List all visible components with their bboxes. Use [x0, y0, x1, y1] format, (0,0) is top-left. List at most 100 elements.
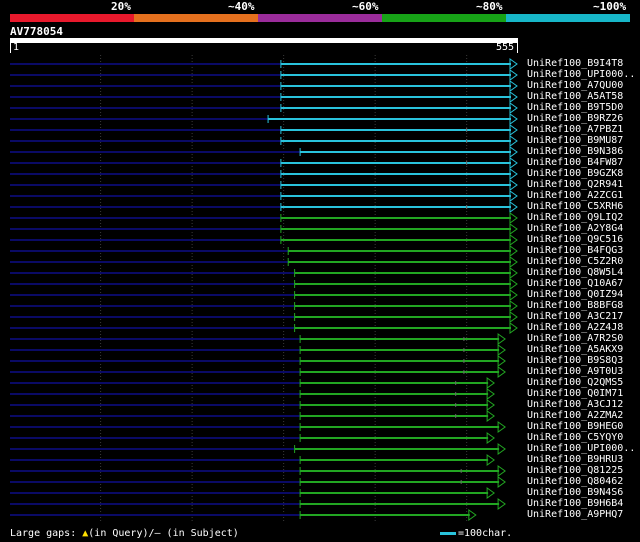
hit-arrow-icon — [509, 289, 518, 301]
hit-label[interactable]: UniRef100_C5Z2R0 — [527, 256, 623, 267]
hit-arrow-icon — [486, 487, 495, 499]
hit-label[interactable]: UniRef100_A3CJ12 — [527, 399, 623, 410]
hit-label[interactable]: UniRef100_Q9LIQ2 — [527, 212, 623, 223]
gap-legend: Large gaps: ▲(in Query)/– (in Subject) — [10, 528, 239, 539]
hit-arrow-icon — [509, 91, 518, 103]
hit-arrow-icon — [509, 179, 518, 191]
hit-arrow-icon — [509, 157, 518, 169]
hit-arrow-icon — [509, 234, 518, 246]
hit-label[interactable]: UniRef100_A2Z4J8 — [527, 322, 623, 333]
hit-label[interactable]: UniRef100_A2Y8G4 — [527, 223, 623, 234]
hit-arrow-icon — [509, 190, 518, 202]
hit-label[interactable]: UniRef100_B9N4S6 — [527, 487, 623, 498]
hit-label[interactable]: UniRef100_A5AT58 — [527, 91, 623, 102]
hit-arrow-icon — [509, 245, 518, 257]
scale-legend: =100char. — [440, 528, 512, 539]
hit-arrow-icon — [509, 113, 518, 125]
hit-arrow-icon — [497, 344, 506, 356]
hit-label[interactable]: UniRef100_Q2QMS5 — [527, 377, 623, 388]
hit-arrow-icon — [509, 223, 518, 235]
legend-segment-2 — [134, 14, 258, 22]
hit-label[interactable]: UniRef100_C5YQY0 — [527, 432, 623, 443]
hit-label[interactable]: UniRef100_Q9C516 — [527, 234, 623, 245]
hit-arrow-icon — [509, 124, 518, 136]
hit-label[interactable]: UniRef100_Q0IZ94 — [527, 289, 623, 300]
hit-arrow-icon — [497, 333, 506, 345]
hit-arrow-icon — [497, 443, 506, 455]
scale-legend-label: =100char. — [458, 528, 513, 539]
hit-arrow-icon — [486, 410, 495, 422]
hit-arrow-icon — [509, 102, 518, 114]
hit-arrow-icon — [509, 300, 518, 312]
hit-label[interactable]: UniRef100_B8BFG8 — [527, 300, 623, 311]
legend-segment-4 — [382, 14, 506, 22]
hit-arrow-icon — [486, 454, 495, 466]
hit-arrow-icon — [509, 322, 518, 334]
hit-arrow-icon — [509, 80, 518, 92]
gap-legend-query: (in Query)/ — [88, 528, 155, 539]
hit-label[interactable]: UniRef100_B9HRU3 — [527, 454, 623, 465]
hit-label[interactable]: UniRef100_UPI000.. — [527, 69, 635, 80]
hit-label[interactable]: UniRef100_B9HEG0 — [527, 421, 623, 432]
hit-arrow-icon — [468, 509, 477, 521]
hit-arrow-icon — [497, 498, 506, 510]
hit-label[interactable]: UniRef100_B9MU87 — [527, 135, 623, 146]
ruler-end-label: 555 — [496, 42, 515, 53]
hit-label[interactable]: UniRef100_B9GZK8 — [527, 168, 623, 179]
hit-arrow-icon — [509, 146, 518, 158]
hit-arrow-icon — [486, 377, 495, 389]
legend-label-3: ~60% — [352, 0, 379, 13]
query-ruler — [10, 38, 518, 43]
hit-label[interactable]: UniRef100_A7R2S0 — [527, 333, 623, 344]
ruler-end-tick — [517, 43, 518, 53]
hit-arrow-icon — [497, 355, 506, 367]
identity-legend-bar: 20% ~40% ~60% ~80% ~100% — [10, 0, 630, 22]
hit-label[interactable]: UniRef100_B9N386 — [527, 146, 623, 157]
hit-label[interactable]: UniRef100_A9T0U3 — [527, 366, 623, 377]
hit-label[interactable]: UniRef100_B9RZ26 — [527, 113, 623, 124]
hit-arrow-icon — [509, 201, 518, 213]
hit-label[interactable]: UniRef100_B4FW87 — [527, 157, 623, 168]
hit-label[interactable]: UniRef100_A2ZCG1 — [527, 190, 623, 201]
hit-arrow-icon — [509, 168, 518, 180]
hit-arrow-icon — [497, 465, 506, 477]
hit-label[interactable]: UniRef100_Q10A67 — [527, 278, 623, 289]
hit-label[interactable]: UniRef100_B9S8Q3 — [527, 355, 623, 366]
legend-label-5: ~100% — [593, 0, 627, 13]
hit-label[interactable]: UniRef100_A5AKX9 — [527, 344, 623, 355]
hit-arrow-icon — [509, 212, 518, 224]
hit-arrow-icon — [509, 58, 518, 70]
hit-label[interactable]: UniRef100_Q80462 — [527, 476, 623, 487]
hit-arrow-icon — [486, 432, 495, 444]
ruler-start-tick — [10, 43, 11, 53]
legend-label-1: 20% — [111, 0, 131, 13]
hit-arrow-icon — [509, 69, 518, 81]
scale-swatch-icon — [440, 531, 456, 535]
hit-label[interactable]: UniRef100_Q0IM71 — [527, 388, 623, 399]
query-name: AV778054 — [10, 25, 63, 38]
legend-segment-5 — [506, 14, 630, 22]
hit-label[interactable]: UniRef100_Q2R941 — [527, 179, 623, 190]
hit-label[interactable]: UniRef100_UPI000.. — [527, 443, 635, 454]
hit-label[interactable]: UniRef100_Q81225 — [527, 465, 623, 476]
hit-label[interactable]: UniRef100_B9I4T8 — [527, 58, 623, 69]
hit-label[interactable]: UniRef100_C5XRH6 — [527, 201, 623, 212]
hit-arrow-icon — [497, 366, 506, 378]
hit-arrow-icon — [509, 311, 518, 323]
hit-label[interactable]: UniRef100_B9T5D0 — [527, 102, 623, 113]
hit-label[interactable]: UniRef100_B9H6B4 — [527, 498, 623, 509]
hit-arrow-icon — [497, 421, 506, 433]
legend-segment-3 — [258, 14, 382, 22]
hit-label[interactable]: UniRef100_A7PBZ1 — [527, 124, 623, 135]
hit-arrow-icon — [509, 256, 518, 268]
legend-segment-1 — [10, 14, 134, 22]
hit-arrow-icon — [509, 135, 518, 147]
hit-label[interactable]: UniRef100_B4FQG3 — [527, 245, 623, 256]
hit-arrow-icon — [486, 399, 495, 411]
hit-label[interactable]: UniRef100_Q8W5L4 — [527, 267, 623, 278]
hit-label[interactable]: UniRef100_A2ZMA2 — [527, 410, 623, 421]
hit-label[interactable]: UniRef100_A3C217 — [527, 311, 623, 322]
legend-label-4: ~80% — [476, 0, 503, 13]
hit-label[interactable]: UniRef100_A7QU00 — [527, 80, 623, 91]
hit-label[interactable]: UniRef100_A9PHQ7 — [527, 509, 623, 520]
